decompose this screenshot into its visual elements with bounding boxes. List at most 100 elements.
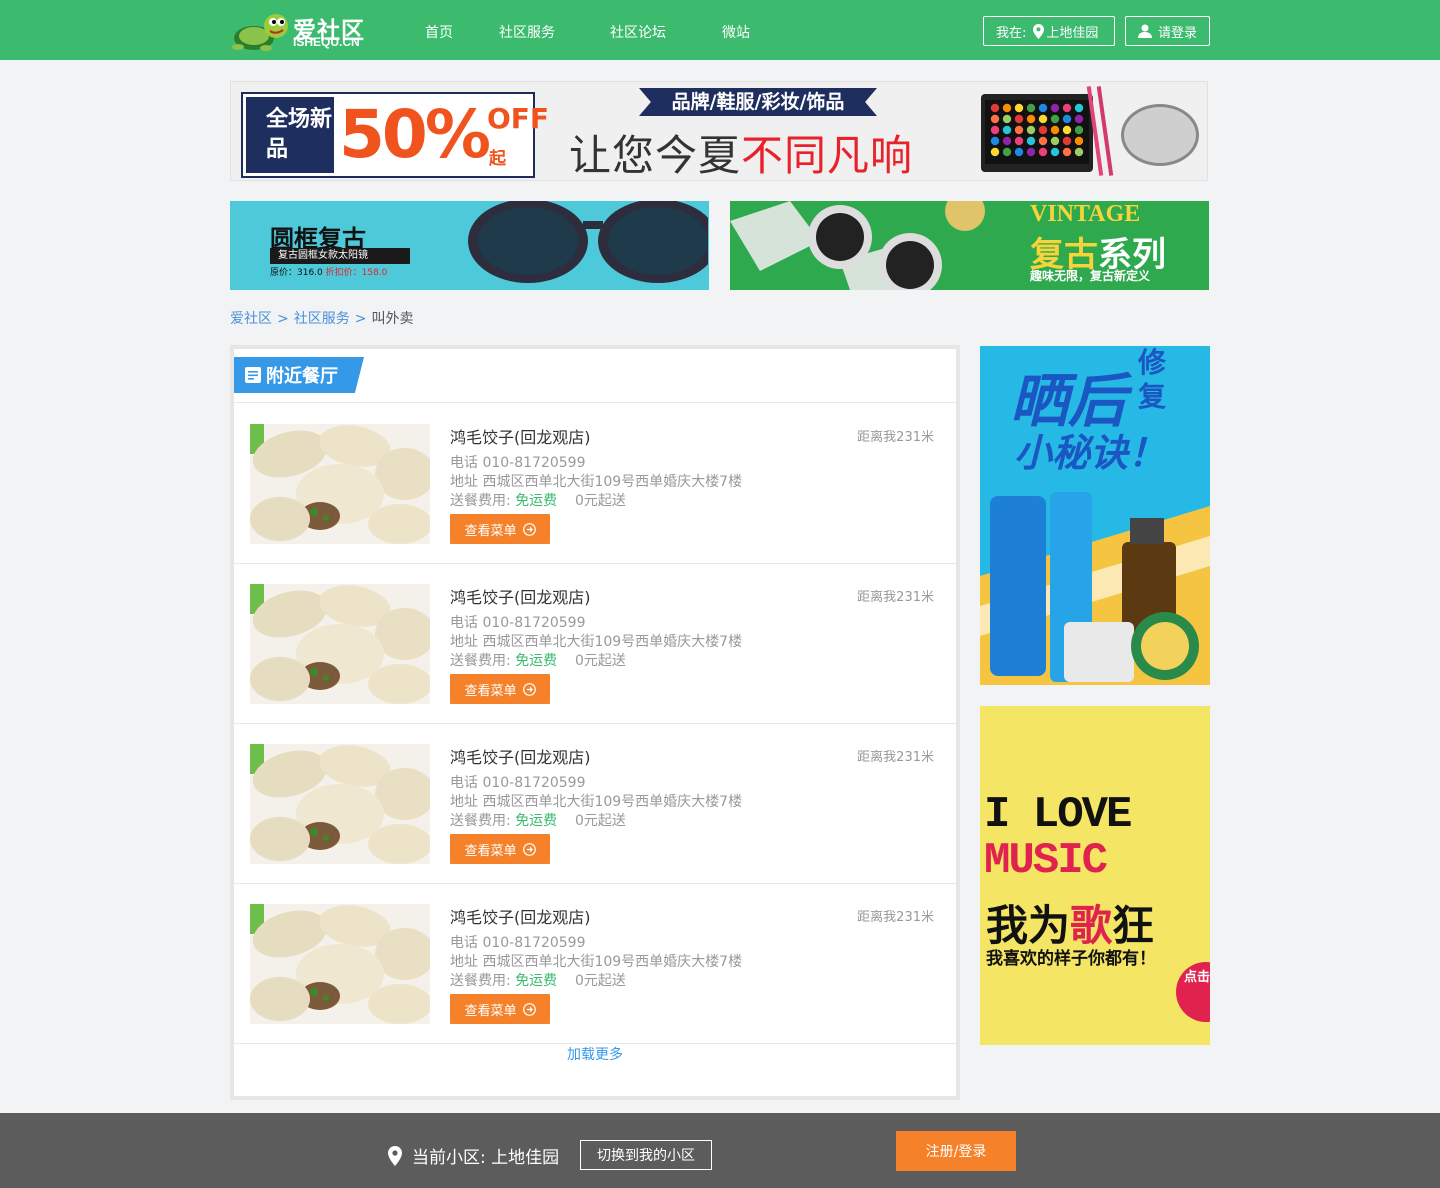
side-ad2-line2: MUSIC (984, 836, 1108, 886)
divider (234, 402, 956, 403)
restaurant-distance: 距离我231米 (857, 750, 934, 765)
restaurant-name[interactable]: 鸿毛饺子(回龙观店) (450, 424, 591, 448)
restaurant-name[interactable]: 鸿毛饺子(回龙观店) (450, 744, 591, 768)
view-menu-button[interactable]: 查看菜单 (450, 674, 550, 704)
sale-from: 起 (489, 149, 506, 169)
side-ad2-line1: I LOVE (984, 790, 1132, 840)
delivery-fee-value: 免运费 (515, 813, 558, 829)
vintage-sunglasses-image (730, 201, 985, 290)
arrow-circle-icon (522, 682, 536, 696)
login-button[interactable]: 请登录 (1125, 16, 1210, 46)
restaurant-card: 鸿毛饺子(回龙观店) 距离我231米 电话 010-81720599 地址 西城… (234, 564, 956, 724)
restaurant-photo[interactable] (250, 584, 430, 704)
dumplings-image (250, 424, 430, 544)
bottom-bar: 当前小区: 上地佳园 切换到我的小区 注册/登录 (0, 1113, 1440, 1188)
restaurant-distance: 距离我231米 (857, 430, 934, 445)
view-menu-button[interactable]: 查看菜单 (450, 834, 550, 864)
location-name: 上地佳园 (1046, 25, 1099, 41)
delivery-fee-value: 免运费 (515, 653, 558, 669)
list-icon (245, 367, 261, 383)
price-original: 原价：316.0 (270, 268, 323, 278)
site-logo[interactable]: 爱社区 ISHEQU.CN (230, 10, 380, 52)
sunglasses-image (468, 201, 708, 283)
compact-image (1121, 104, 1199, 166)
restaurant-address: 地址 西城区西单北大街109号西单婚庆大楼7楼 (450, 474, 743, 490)
sale-percent: 50% (339, 96, 491, 173)
nav-micro-site[interactable]: 微站 (722, 22, 750, 42)
minimum-order: 0元起送 (574, 653, 626, 669)
dumplings-image (250, 904, 430, 1024)
current-community-label: 当前小区: 上地佳园 (412, 1148, 560, 1168)
restaurant-name[interactable]: 鸿毛饺子(回龙观店) (450, 584, 591, 608)
delivery-fee: 送餐费用: 免运费 0元起送 (450, 810, 626, 830)
side-ad-music[interactable]: I LOVE MUSIC 我为歌狂 我喜欢的样子你都有！ 点击查看 (980, 706, 1210, 1045)
nav-home[interactable]: 首页 (425, 22, 453, 42)
arrow-circle-icon (522, 1002, 536, 1016)
line3-part-a: 我为 (986, 901, 1071, 950)
delivery-fee-label: 送餐费用: (450, 973, 511, 989)
minimum-order: 0元起送 (574, 493, 626, 509)
nav-community-forum[interactable]: 社区论坛 (610, 22, 666, 42)
view-menu-button[interactable]: 查看菜单 (450, 994, 550, 1024)
click-to-view-badge[interactable]: 点击查看 (1176, 962, 1210, 1022)
arrow-circle-icon (522, 522, 536, 536)
load-more-link[interactable]: 加载更多 (234, 1044, 956, 1064)
restaurant-phone: 电话 010-81720599 (450, 935, 586, 951)
restaurant-distance: 距离我231米 (857, 910, 934, 925)
brand-ribbon: 品牌/鞋服/彩妆/饰品 (639, 88, 877, 116)
breadcrumb-section[interactable]: 社区服务 (294, 311, 350, 327)
turtle-logo-icon (232, 14, 288, 51)
price-sale: 折扣价：158.0 (325, 268, 388, 278)
delivery-fee: 送餐费用: 免运费 0元起送 (450, 650, 626, 670)
banner-left-price: 原价：316.0 折扣价：158.0 (270, 265, 387, 278)
location-pin-icon (1033, 23, 1045, 39)
restaurant-address: 地址 西城区西单北大街109号西单婚庆大楼7楼 (450, 954, 743, 970)
side-ad1-title-c: 小秘诀！ (1014, 431, 1167, 475)
location-selector[interactable]: 我在: 上地佳园 (983, 16, 1115, 46)
restaurant-name[interactable]: 鸿毛饺子(回龙观店) (450, 904, 591, 928)
promo-banner-sunglasses[interactable]: 圆框复古 复古圆框女款太阳镜 原价：316.0 折扣价：158.0 (230, 201, 709, 290)
switch-community-button[interactable]: 切换到我的小区 (580, 1140, 712, 1170)
restaurant-photo[interactable] (250, 744, 430, 864)
delivery-fee-label: 送餐费用: (450, 813, 511, 829)
restaurant-card: 鸿毛饺子(回龙观店) 距离我231米 电话 010-81720599 地址 西城… (234, 884, 956, 1044)
delivery-fee-value: 免运费 (515, 973, 558, 989)
register-login-button[interactable]: 注册/登录 (896, 1131, 1016, 1171)
nav-community-services[interactable]: 社区服务 (499, 22, 555, 42)
breadcrumb-separator: > (277, 311, 289, 327)
restaurant-distance: 距离我231米 (857, 590, 934, 605)
delivery-fee-label: 送餐费用: (450, 493, 511, 509)
breadcrumb-separator: > (354, 311, 367, 327)
user-icon (1138, 24, 1152, 38)
view-menu-label: 查看菜单 (464, 683, 517, 699)
slogan-part-b: 不同凡响 (741, 131, 914, 180)
banner-right-subtitle: 趣味无限，复古新定义 (1030, 269, 1151, 283)
line3-part-c: 狂 (1112, 901, 1155, 950)
line3-part-b: 歌 (1070, 901, 1113, 950)
breadcrumb-home[interactable]: 爱社区 (230, 311, 272, 327)
sale-tag: 全场新品 (246, 97, 334, 173)
sale-off: OFF (487, 102, 550, 135)
login-label: 请登录 (1158, 25, 1198, 41)
restaurant-photo[interactable] (250, 424, 430, 544)
restaurant-phone: 电话 010-81720599 (450, 615, 586, 631)
current-community: 当前小区: 上地佳园 (388, 1143, 559, 1168)
banner-left-subtitle: 复古圆框女款太阳镜 (270, 248, 410, 264)
delivery-fee: 送餐费用: 免运费 0元起送 (450, 970, 626, 990)
delivery-fee-value: 免运费 (515, 493, 558, 509)
view-menu-button[interactable]: 查看菜单 (450, 514, 550, 544)
panel-title-tab: 附近餐厅 (234, 357, 364, 393)
side-ad2-line4: 我喜欢的样子你都有！ (986, 949, 1156, 969)
promo-banner-vintage[interactable]: VINTAGE 复古系列 趣味无限，复古新定义 (730, 201, 1209, 290)
logo-text-en: ISHEQU.CN (293, 35, 360, 49)
delivery-fee-label: 送餐费用: (450, 653, 511, 669)
location-pin-icon (388, 1145, 402, 1166)
promo-banner-top[interactable]: 全场新品 50% OFF 起 品牌/鞋服/彩妆/饰品 让您今夏不同凡响 (230, 81, 1208, 181)
side-ad-skincare[interactable]: 晒后 修复 小秘诀！ (980, 346, 1210, 685)
view-menu-label: 查看菜单 (464, 1003, 517, 1019)
banner-slogan: 让您今夏不同凡响 (569, 122, 914, 180)
top-navbar: 爱社区 ISHEQU.CN 首页 社区服务 社区论坛 微站 我在: 上地佳园 请… (0, 0, 1440, 60)
restaurant-photo[interactable] (250, 904, 430, 1024)
restaurant-card: 鸿毛饺子(回龙观店) 距离我231米 电话 010-81720599 地址 西城… (234, 404, 956, 564)
dumplings-image (250, 584, 430, 704)
